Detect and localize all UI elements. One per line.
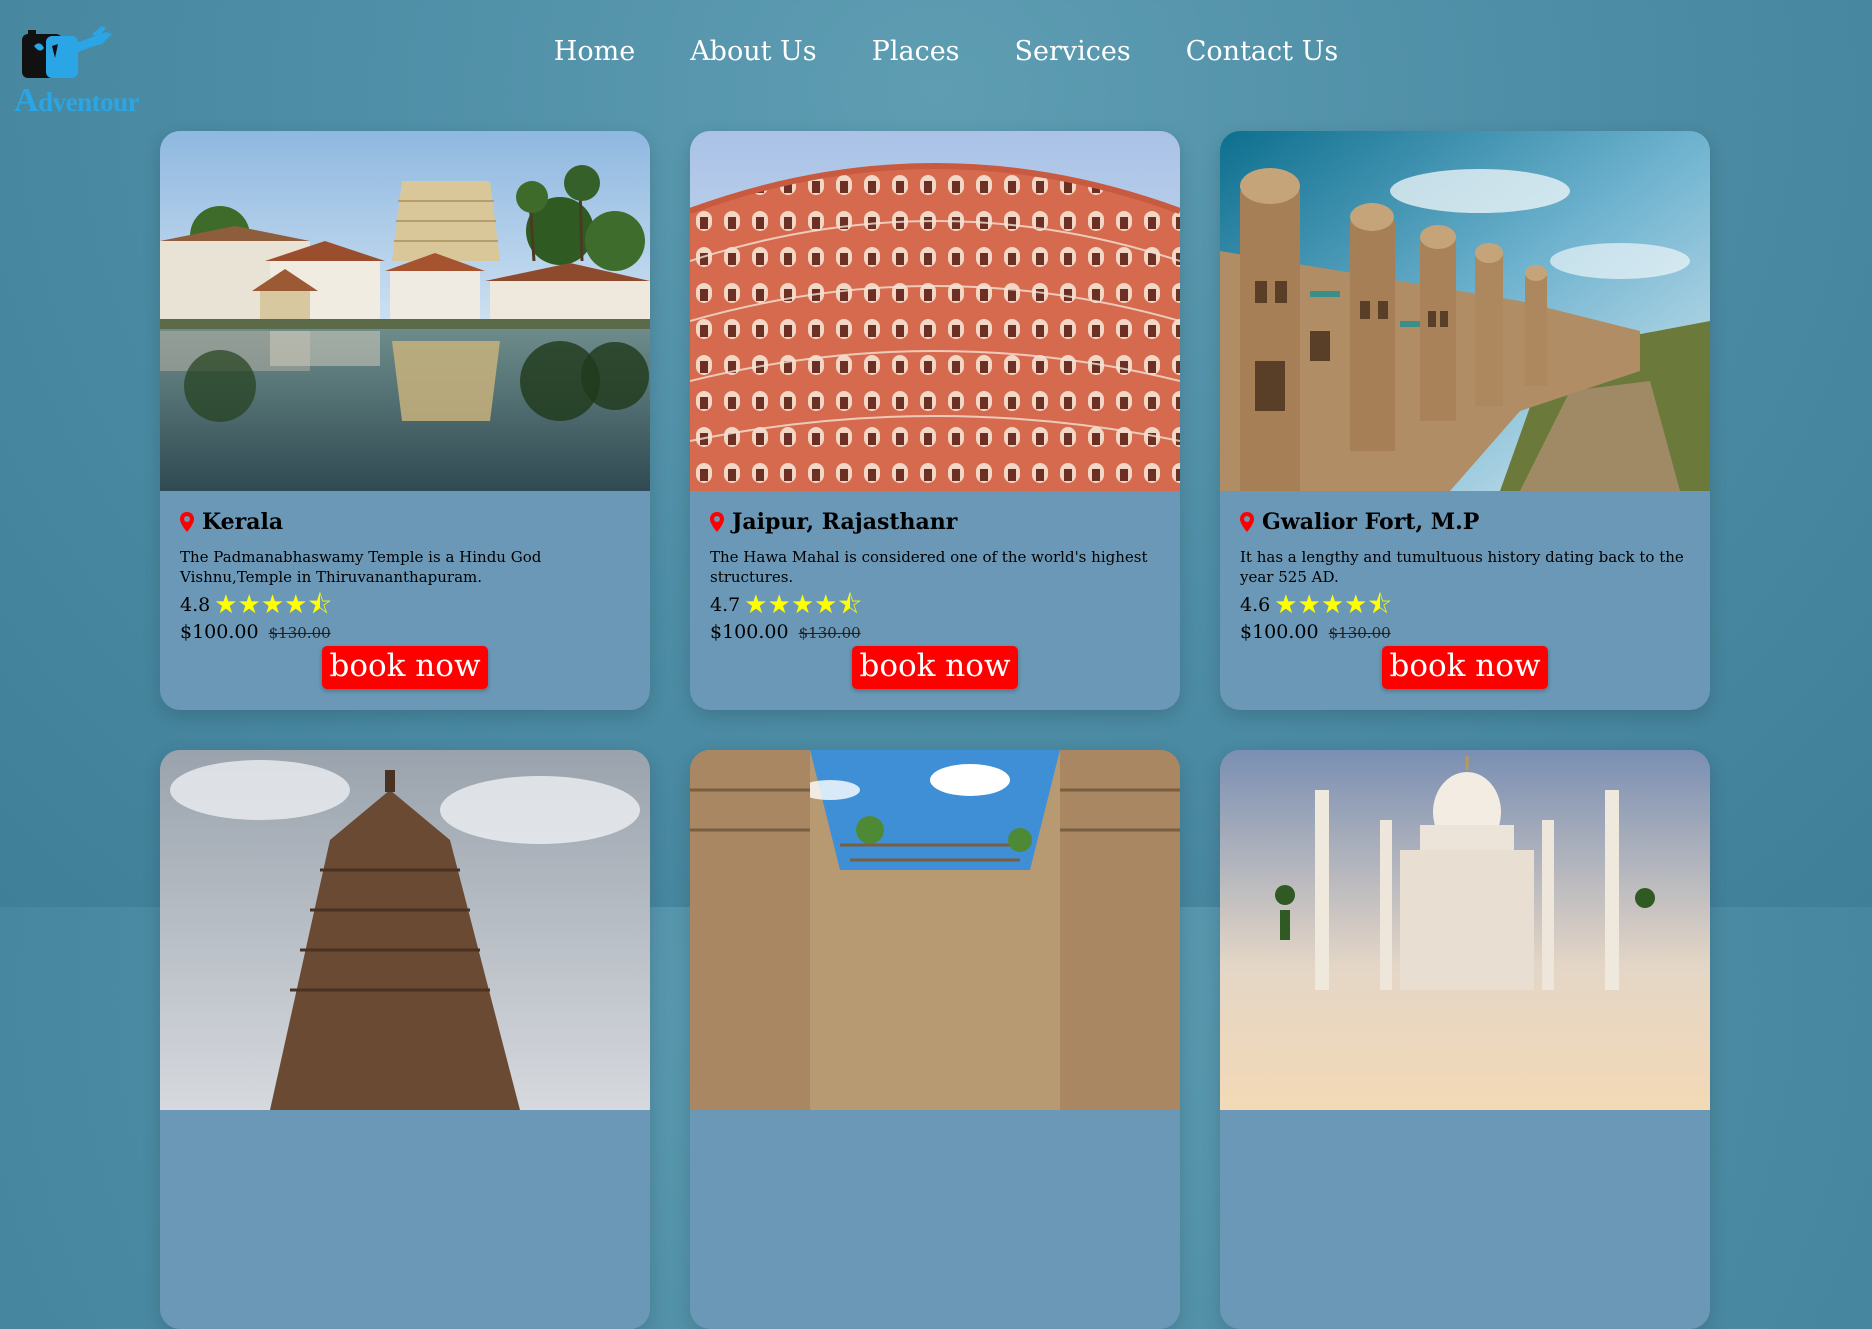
temple-tower-image [160, 750, 650, 1110]
rating: 4.6 ★★★★⯪ [1240, 590, 1690, 620]
book-now-button[interactable]: book now [1381, 646, 1549, 689]
card-title: Jaipur, Rajasthanr [710, 509, 1160, 535]
nav-about-us[interactable]: About Us [690, 36, 816, 67]
place-name: Kerala [202, 509, 284, 535]
gwalior-fort-image [1220, 131, 1710, 491]
place-description: It has a lengthy and tumultuous history … [1240, 548, 1684, 586]
kerala-temple-image [160, 131, 650, 491]
place-card-jaipur: Jaipur, Rajasthanr The Hawa Mahal is con… [690, 131, 1180, 710]
place-card-kerala: Kerala The Padmanabhaswamy Temple is a H… [160, 131, 650, 710]
place-name: Gwalior Fort, M.P [1262, 509, 1480, 535]
current-price: $100.00 [710, 621, 789, 643]
place-card-temple [160, 750, 650, 1329]
star-icon: ★★★★⯪ [214, 590, 333, 620]
rating: 4.8 ★★★★⯪ [180, 590, 630, 620]
places-grid: Kerala The Padmanabhaswamy Temple is a H… [160, 131, 1710, 1329]
star-icon: ★★★★⯪ [744, 590, 863, 620]
current-price: $100.00 [1240, 621, 1319, 643]
hawa-mahal-image [690, 131, 1180, 491]
old-price: $130.00 [1328, 624, 1391, 642]
current-price: $100.00 [180, 621, 259, 643]
old-price: $130.00 [798, 624, 861, 642]
card-title: Gwalior Fort, M.P [1240, 509, 1690, 535]
old-price: $130.00 [268, 624, 331, 642]
price: $100.00 $130.00 [180, 621, 630, 643]
nav-services[interactable]: Services [1015, 36, 1131, 67]
map-pin-icon [710, 512, 724, 532]
place-name: Jaipur, Rajasthanr [732, 509, 958, 535]
nav-places[interactable]: Places [872, 36, 960, 67]
map-pin-icon [180, 512, 194, 532]
place-description: The Hawa Mahal is considered one of the … [710, 548, 1148, 586]
rating-value: 4.7 [710, 594, 741, 616]
stepwell-image [690, 750, 1180, 1110]
nav-home[interactable]: Home [554, 36, 635, 67]
rating-value: 4.8 [180, 594, 211, 616]
place-card-taj-mahal [1220, 750, 1710, 1329]
price: $100.00 $130.00 [1240, 621, 1690, 643]
book-now-button[interactable]: book now [321, 646, 489, 689]
logo-wordmark: Adventour [14, 82, 140, 119]
place-card-gwalior: Gwalior Fort, M.P It has a lengthy and t… [1220, 131, 1710, 710]
rating-value: 4.6 [1240, 594, 1271, 616]
price: $100.00 $130.00 [710, 621, 1160, 643]
card-title: Kerala [180, 509, 630, 535]
star-icon: ★★★★⯪ [1274, 590, 1393, 620]
nav-contact-us[interactable]: Contact Us [1186, 36, 1338, 67]
map-pin-icon [1240, 512, 1254, 532]
rating: 4.7 ★★★★⯪ [710, 590, 1160, 620]
place-card-stepwell [690, 750, 1180, 1329]
main-nav: Home About Us Places Services Contact Us [0, 36, 1872, 67]
book-now-button[interactable]: book now [851, 646, 1019, 689]
taj-mahal-image [1220, 750, 1710, 1110]
place-description: The Padmanabhaswamy Temple is a Hindu Go… [180, 548, 542, 586]
